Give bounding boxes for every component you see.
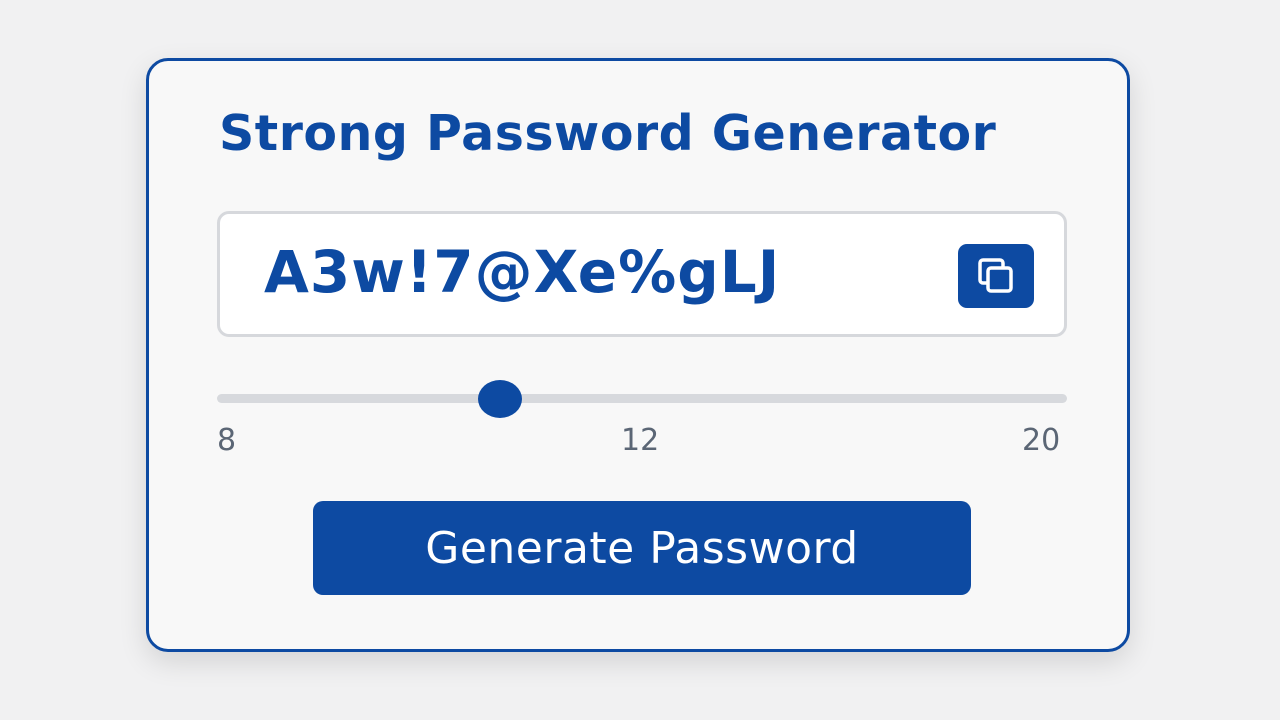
slider-min-label: 8 [217,423,237,458]
password-generator-card: Strong Password Generator A3w!7@Xe%gLJ 8… [146,58,1130,652]
slider-track[interactable] [217,394,1067,403]
slider-max-label: 20 [1022,423,1061,458]
copy-button[interactable] [958,244,1034,308]
copy-icon [978,258,1013,293]
generate-password-button[interactable]: Generate Password [313,501,971,595]
password-display-field[interactable]: A3w!7@Xe%gLJ [217,211,1067,337]
slider-value-label: 12 [621,423,660,458]
page-title: Strong Password Generator [219,105,997,162]
length-slider[interactable] [217,379,1067,419]
slider-thumb[interactable] [478,380,523,418]
password-value[interactable]: A3w!7@Xe%gLJ [264,238,780,306]
